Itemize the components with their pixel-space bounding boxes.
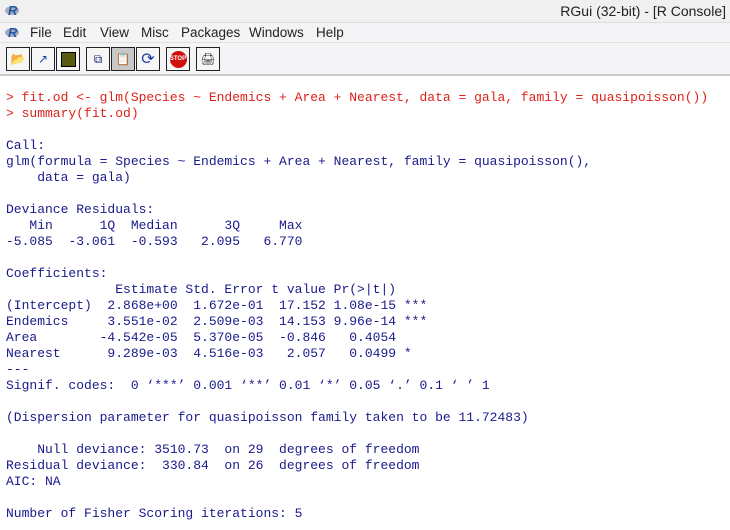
menu-edit[interactable]: Edit [63,25,86,40]
console-output-line: Null deviance: 3510.73 on 29 degrees of … [6,442,420,457]
console-output-line: Nearest 9.289e-03 4.516e-03 2.057 0.0499… [6,346,428,361]
save-workspace-button[interactable] [56,47,80,71]
menu-file[interactable]: File [30,25,52,40]
console-output-line: Signif. codes: 0 ‘***’ 0.001 ‘**’ 0.01 ‘… [6,378,490,393]
console-output-line: data = gala) [6,170,131,185]
console-output-line: glm(formula = Species ~ Endemics + Area … [6,154,592,169]
copy-button[interactable]: ⧉ [86,47,110,71]
console-output[interactable]: > fit.od <- glm(Species ~ Endemics + Are… [6,90,708,522]
console-output-line: --- [6,362,30,377]
menu-packages[interactable]: Packages [181,25,240,40]
window-title: RGui (32-bit) - [R Console] [560,3,726,19]
console-output-line: AIC: NA [6,474,61,489]
console-output-line: Coefficients: [6,266,108,281]
console-command-line: > summary(fit.od) [6,106,139,121]
menu-view[interactable]: View [100,25,129,40]
stop-button[interactable]: STOP [166,47,190,71]
console-output-line: Call: [6,138,46,153]
menu-windows[interactable]: Windows [249,25,304,40]
toolbar: 📂 ↗ ⧉ 📋 ⟳ STOP 🖨 [0,42,730,76]
console-output-line: -5.085 -3.061 -0.593 2.095 6.770 [6,234,319,249]
load-workspace-button[interactable]: ↗ [31,47,55,71]
console-output-line: Endemics 3.551e-02 2.509e-03 14.153 9.96… [6,314,428,329]
menu-help[interactable]: Help [316,25,344,40]
copy-paste-button[interactable]: ⟳ [136,47,160,71]
console-output-line: Min 1Q Median 3Q Max [6,218,319,233]
paste-icon: 📋 [115,52,131,66]
console-output-line: Residual deviance: 330.84 on 26 degrees … [6,458,420,473]
console-output-line: Deviance Residuals: [6,202,163,217]
copy-icon: ⧉ [93,51,103,66]
paste-button[interactable]: 📋 [111,47,135,71]
menu-bar: R File Edit View Misc Packages Windows H… [0,22,730,43]
save-icon [60,51,76,67]
print-icon: 🖨 [200,52,216,66]
folder-open-icon: 📂 [10,52,26,66]
print-button[interactable]: 🖨 [196,47,220,71]
r-logo-icon[interactable]: R [5,3,19,18]
console-output-line: Number of Fisher Scoring iterations: 5 [6,506,303,521]
console-output-line: (Intercept) 2.868e+00 1.672e-01 17.152 1… [6,298,428,313]
title-bar: R RGui (32-bit) - [R Console] [0,0,730,22]
console-output-line: (Dispersion parameter for quasipoisson f… [6,410,529,425]
console-command-line: > fit.od <- glm(Species ~ Endemics + Are… [6,90,709,105]
load-workspace-icon: ↗ [37,52,49,66]
menu-misc[interactable]: Misc [141,25,169,40]
open-script-button[interactable]: 📂 [6,47,30,71]
refresh-icon: ⟳ [141,51,155,68]
console-output-line: Estimate Std. Error t value Pr(>|t|) [6,282,428,297]
console-output-line: Area -4.542e-05 5.370e-05 -0.846 0.4054 [6,330,428,345]
stop-icon: STOP [169,50,187,68]
r-console-icon[interactable]: R [5,25,19,40]
